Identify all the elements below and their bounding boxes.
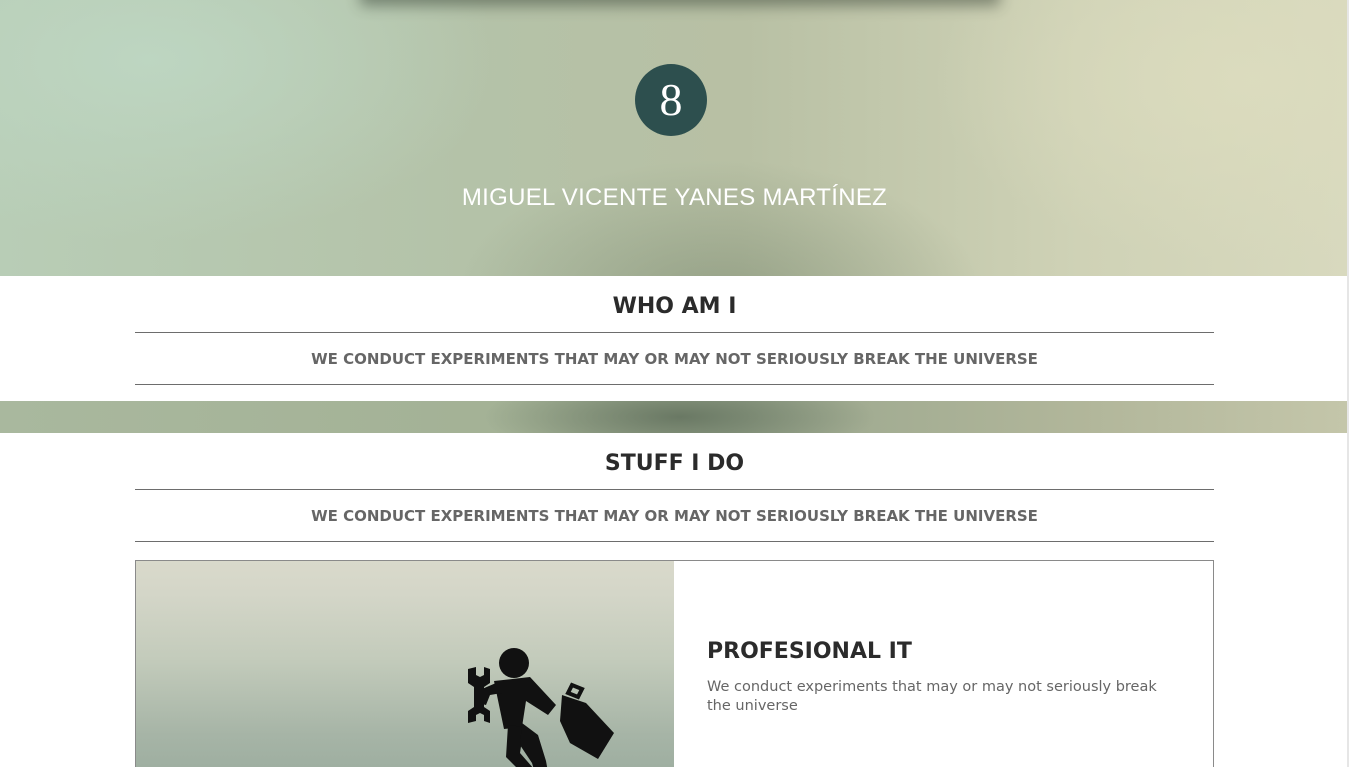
section-title: STUFF I DO [135,433,1214,490]
number-badge: 8 [635,64,707,136]
card-description: We conduct experiments that may or may n… [707,679,1157,714]
decorative-band [0,401,1349,433]
hero-name: MIGUEL VICENTE YANES MARTÍNEZ [461,184,888,211]
hero-banner: 8 MIGUEL VICENTE YANES MARTÍNEZ [0,0,1349,276]
who-am-i-section: WHO AM I WE CONDUCT EXPERIMENTS THAT MAY… [135,276,1214,385]
stuff-i-do-section: STUFF I DO WE CONDUCT EXPERIMENTS THAT M… [135,433,1214,542]
page: 8 MIGUEL VICENTE YANES MARTÍNEZ WHO AM I… [0,0,1349,767]
section-subtitle: WE CONDUCT EXPERIMENTS THAT MAY OR MAY N… [135,333,1214,385]
worker-icon [468,648,614,767]
card-title: PROFESIONAL IT [707,639,912,664]
section-subtitle: WE CONDUCT EXPERIMENTS THAT MAY OR MAY N… [135,490,1214,542]
card-body: PROFESIONAL IT We conduct experiments th… [674,561,1213,767]
scrollbar[interactable] [1347,0,1349,767]
card-image [136,561,674,767]
service-card[interactable]: PROFESIONAL IT We conduct experiments th… [135,560,1214,767]
section-title: WHO AM I [135,276,1214,333]
